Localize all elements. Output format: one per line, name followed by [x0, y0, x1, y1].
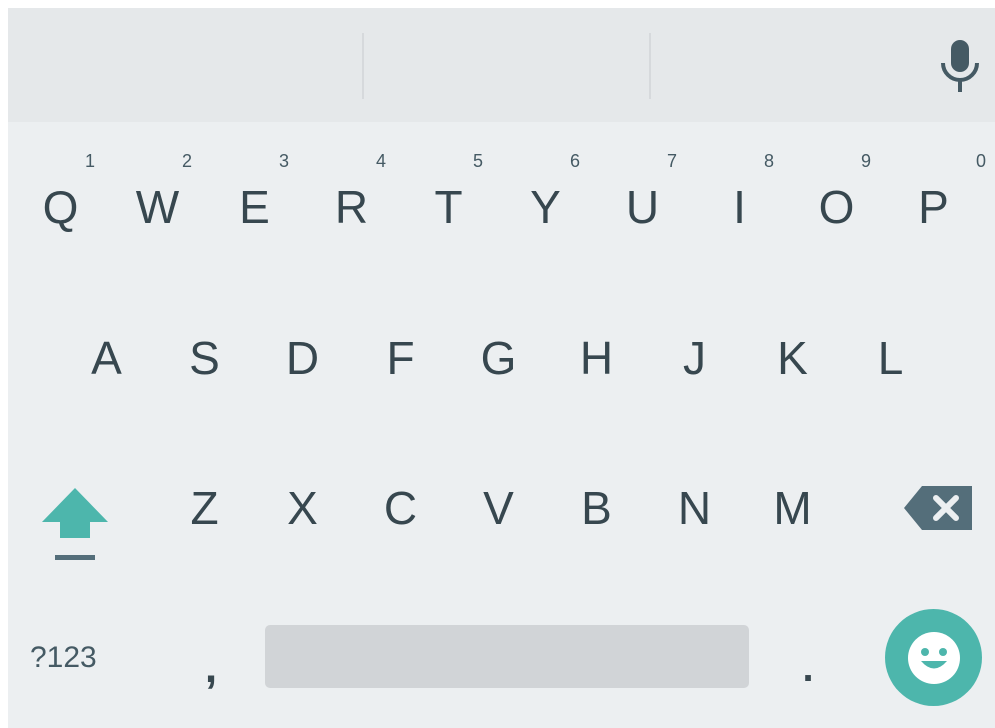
suggestion-slot-3[interactable]	[651, 8, 921, 122]
key-label: Y	[530, 181, 561, 233]
key-label: S	[189, 332, 220, 384]
key-hint: 6	[569, 151, 580, 171]
symbols-label: ?123	[30, 641, 97, 674]
key-label: T	[434, 181, 463, 233]
backspace-key[interactable]	[900, 478, 980, 538]
key-label: V	[483, 482, 514, 534]
key-z[interactable]: Z	[156, 448, 253, 568]
symbols-key[interactable]: ?123	[30, 623, 140, 693]
key-j[interactable]: J	[646, 298, 743, 418]
key-x[interactable]: X	[254, 448, 351, 568]
emoji-icon	[907, 631, 960, 684]
emoji-button[interactable]	[885, 609, 982, 706]
key-label: N	[677, 482, 712, 534]
key-label: C	[383, 482, 418, 534]
keyboard: 1Q 2W 3E 4R 5T 6Y 7U 8I 9O 0P A S D F G …	[8, 8, 995, 728]
key-label: G	[480, 332, 517, 384]
key-hint: 7	[666, 151, 677, 171]
key-label: Z	[190, 482, 219, 534]
key-hint: 3	[278, 151, 289, 171]
key-label: Q	[42, 181, 79, 233]
key-label: E	[239, 181, 270, 233]
key-label: A	[91, 332, 122, 384]
key-t[interactable]: 5T	[400, 148, 497, 248]
key-label: U	[625, 181, 660, 233]
key-label: O	[818, 181, 855, 233]
key-w[interactable]: 2W	[109, 148, 206, 248]
key-c[interactable]: C	[352, 448, 449, 568]
shift-key[interactable]	[30, 470, 120, 570]
comma-key[interactable]: ,	[186, 628, 236, 708]
key-label: M	[773, 482, 812, 534]
key-label: D	[285, 332, 320, 384]
key-hint: 9	[860, 151, 871, 171]
suggestion-slot-2[interactable]	[364, 8, 649, 122]
key-m[interactable]: M	[744, 448, 841, 568]
key-label: J	[683, 332, 706, 384]
key-y[interactable]: 6Y	[497, 148, 594, 248]
suggestion-strip	[8, 8, 995, 122]
key-k[interactable]: K	[744, 298, 841, 418]
key-label: P	[918, 181, 949, 233]
key-o[interactable]: 9O	[788, 148, 885, 248]
microphone-icon[interactable]	[932, 34, 988, 98]
key-label: K	[777, 332, 808, 384]
key-label: F	[386, 332, 415, 384]
space-bar[interactable]	[265, 625, 749, 688]
key-label: X	[287, 482, 318, 534]
key-hint: 5	[472, 151, 483, 171]
key-v[interactable]: V	[450, 448, 547, 568]
suggestion-slot-1[interactable]	[8, 8, 362, 122]
period-label: .	[802, 645, 814, 690]
key-hint: 8	[763, 151, 774, 171]
key-q[interactable]: 1Q	[12, 148, 109, 248]
key-s[interactable]: S	[156, 298, 253, 418]
key-label: L	[877, 332, 904, 384]
key-u[interactable]: 7U	[594, 148, 691, 248]
backspace-icon	[904, 486, 972, 530]
key-i[interactable]: 8I	[691, 148, 788, 248]
key-label: W	[135, 181, 180, 233]
key-label: B	[581, 482, 612, 534]
key-hint: 1	[84, 151, 95, 171]
key-hint: 0	[975, 151, 986, 171]
key-f[interactable]: F	[352, 298, 449, 418]
key-e[interactable]: 3E	[206, 148, 303, 248]
key-a[interactable]: A	[58, 298, 155, 418]
key-hint: 4	[375, 151, 386, 171]
key-n[interactable]: N	[646, 448, 743, 568]
period-key[interactable]: .	[783, 628, 833, 708]
key-label: R	[334, 181, 369, 233]
key-b[interactable]: B	[548, 448, 645, 568]
key-hint: 2	[181, 151, 192, 171]
key-r[interactable]: 4R	[303, 148, 400, 248]
comma-label: ,	[204, 643, 218, 692]
key-p[interactable]: 0P	[885, 148, 986, 248]
key-label: I	[733, 181, 746, 233]
shift-icon	[42, 488, 108, 560]
key-h[interactable]: H	[548, 298, 645, 418]
key-g[interactable]: G	[450, 298, 547, 418]
key-l[interactable]: L	[842, 298, 939, 418]
key-label: H	[579, 332, 614, 384]
key-d[interactable]: D	[254, 298, 351, 418]
